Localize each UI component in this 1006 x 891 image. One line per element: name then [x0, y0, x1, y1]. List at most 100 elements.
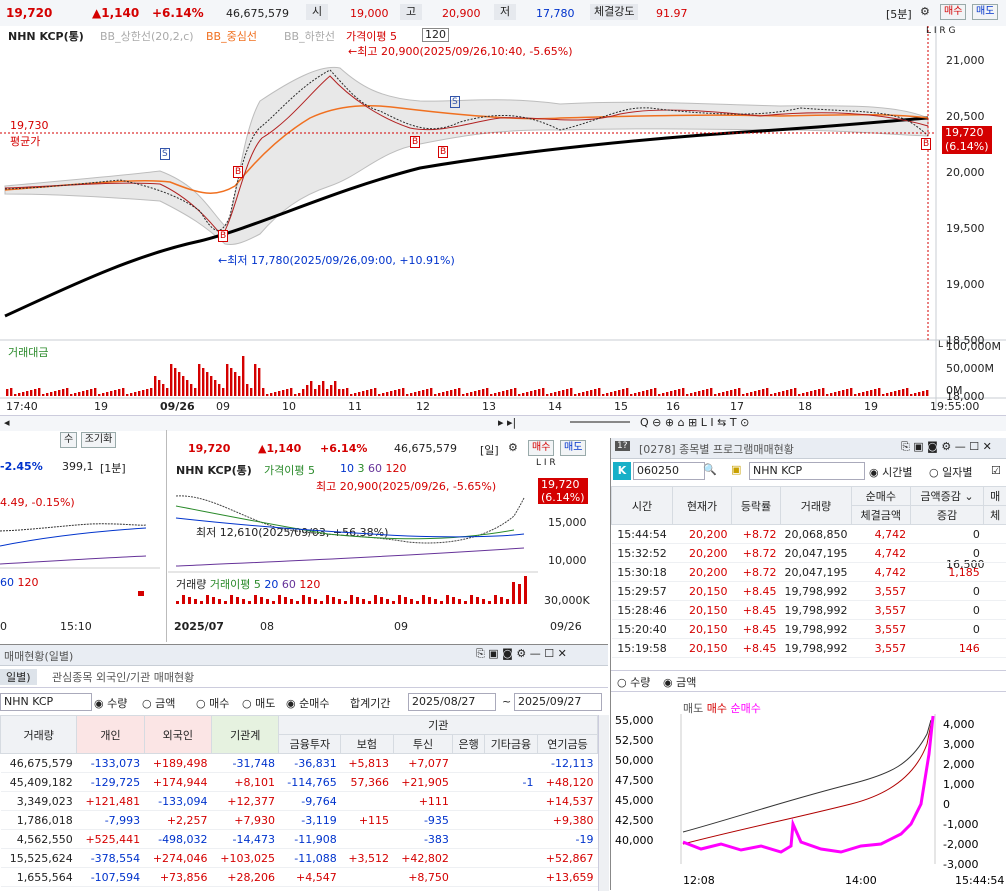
lir-buttons[interactable]: L I R G [926, 26, 955, 36]
volume-bar [162, 384, 164, 396]
radio-qty[interactable]: ◉ 수량 [94, 695, 127, 711]
volume-bar [206, 372, 208, 396]
sell-button[interactable]: 매도 [560, 440, 586, 456]
table-row[interactable]: 46,675,579-133,073+189,498-31,748-36,831… [1, 754, 598, 773]
daily-volume-bar [464, 601, 467, 604]
zoom-slider[interactable] [570, 421, 630, 423]
table-row[interactable]: 15:28:4620,150+8.4519,798,9923,5570 [612, 601, 1006, 620]
col-inst-total: 기관계 [212, 716, 279, 754]
volume-bar [442, 392, 444, 396]
table-cell: 20,200 [673, 544, 732, 563]
volume-bar [834, 392, 836, 396]
radio-amount[interactable]: ○ 금액 [142, 695, 175, 711]
daily-volume-bar [278, 595, 281, 604]
chart-tools[interactable]: Q ⊖ ⊕ ⌂ ⊞ L I ⇆ T ⊙ [640, 416, 749, 429]
date-to-input[interactable]: 2025/09/27 [514, 693, 602, 711]
daily-volume-bar [320, 601, 323, 604]
table-row[interactable]: 4,562,550+525,441-498,032-14,473-11,908-… [1, 830, 598, 849]
window-controls[interactable]: ⎘ ▣ ◙ ⚙ — ☐ ✕ [901, 440, 992, 454]
table-row[interactable]: 45,409,182-129,725+174,944+8,101-114,765… [1, 773, 598, 792]
scroll-left-icon[interactable]: ◂ [4, 416, 10, 429]
radio-net[interactable]: ◉ 순매수 [286, 695, 329, 711]
volume-bar [614, 391, 616, 396]
stock-k-icon[interactable]: K [613, 462, 631, 480]
col-amount-select[interactable]: 금액증감 ⌄ [910, 487, 984, 506]
table-row[interactable]: 1,655,564-107,594+73,856+28,206+4,547+8,… [1, 868, 598, 887]
gear-icon[interactable]: ⚙ [508, 441, 518, 454]
table-cell [984, 620, 1006, 639]
avg-price-label: 평균가 [10, 133, 40, 149]
table-cell [984, 563, 1006, 582]
sell-button[interactable]: 매도 [972, 4, 998, 20]
radio-qty[interactable]: ○ 수량 [617, 674, 650, 690]
volume-bar [190, 384, 192, 396]
radio-time[interactable]: ◉ 시간별 [869, 464, 912, 480]
tab-daily[interactable]: 일별) [0, 669, 37, 685]
buy-button[interactable]: 매수 [528, 440, 554, 456]
window-controls[interactable]: ⎘ ▣ ◙ ⚙ — ☐ ✕ [476, 647, 567, 661]
mini-button[interactable]: 수 [60, 432, 77, 448]
daily-interval[interactable]: [일] [480, 442, 499, 458]
volume-bar [926, 390, 928, 396]
checkbox[interactable]: ☑ [991, 464, 1001, 477]
volume-bar [210, 376, 212, 396]
amount-select: 금액증감 [920, 490, 960, 503]
table-row[interactable]: 15:30:1820,200+8.7220,047,1954,7421,185 [612, 563, 1006, 582]
buy-button[interactable]: 매수 [940, 4, 966, 20]
investor-stock-field[interactable]: NHN KCP [0, 693, 92, 711]
volume-bar [270, 393, 272, 396]
favorite-icon[interactable]: ▣ [731, 463, 741, 476]
last-price-tag: 19,720 (6.14%) [942, 126, 992, 154]
daily-volume-bar [350, 595, 353, 604]
tick-60: 60 [368, 462, 382, 475]
x-tick: 12:08 [683, 874, 715, 887]
volume-bar [78, 392, 80, 396]
table-row[interactable]: 15:32:5220,200+8.7220,047,1954,7420 [612, 544, 1006, 563]
table-cell: +8.72 [732, 525, 781, 544]
table-row[interactable]: 15:44:5420,200+8.7220,068,8504,7420 [612, 525, 1006, 544]
volume-bar [754, 391, 756, 396]
table-cell: +8.45 [732, 620, 781, 639]
radio-sell[interactable]: ○ 매도 [242, 695, 275, 711]
tick-120: 120 [18, 576, 39, 589]
table-row[interactable]: 3,349,023+121,481-133,094+12,377-9,764+1… [1, 792, 598, 811]
volume-bar [30, 390, 32, 396]
col-other-fin: 기타금융 [484, 735, 537, 754]
scroll-right-icon[interactable]: ▸ ▸| [498, 416, 516, 429]
search-icon[interactable]: 🔍 [703, 463, 717, 476]
mini-interval[interactable]: [1분] [100, 460, 126, 476]
volume-bar [450, 390, 452, 396]
gear-icon[interactable]: ⚙ [920, 5, 930, 18]
lir-buttons[interactable]: L I R [536, 458, 556, 468]
table-cell [484, 754, 537, 773]
annotation-high: ←최고 20,900(2025/09/26,10:40, -5.65%) [348, 43, 573, 59]
volume-bar [154, 376, 156, 396]
mini-chart-panel: 수 조기화 -2.45% 399,1 [1분] 4.49, -0.15%) 60… [0, 430, 167, 642]
daily-change: ▲1,140 [258, 442, 301, 455]
investor-scrollbar[interactable] [598, 715, 609, 891]
volume-bar [406, 394, 408, 396]
volume-bar [554, 392, 556, 396]
table-row[interactable]: 1,786,018-7,993+2,257+7,930-3,119+115-93… [1, 811, 598, 830]
date-from-input[interactable]: 2025/08/27 [408, 693, 496, 711]
radio-day[interactable]: ○ 일자별 [929, 464, 972, 480]
main-chart[interactable] [0, 26, 1006, 430]
table-row[interactable]: 15:29:5720,150+8.4519,798,9923,5570 [612, 582, 1006, 601]
volume-bar [862, 392, 864, 396]
lir-buttons[interactable]: L I [938, 340, 949, 350]
volume-bar [470, 392, 472, 396]
radio-buy[interactable]: ○ 매수 [196, 695, 229, 711]
table-row[interactable]: 15,525,624-378,554+274,046+103,025-11,08… [1, 849, 598, 868]
volume-bar [318, 385, 320, 396]
stock-code-input[interactable]: 060250 [633, 462, 705, 480]
daily-volume-bar [386, 599, 389, 604]
mini-button[interactable]: 조기화 [81, 432, 117, 448]
radio-amount[interactable]: ◉ 금액 [663, 674, 696, 690]
table-row[interactable]: 15:19:5820,150+8.4519,798,9923,557146 [612, 639, 1006, 658]
table-cell: 20,068,850 [781, 525, 852, 544]
table-row[interactable]: 15:20:4020,150+8.4519,798,9923,5570 [612, 620, 1006, 639]
program-chart[interactable]: 55,00052,50050,00047,50045,00042,50040,0… [611, 694, 1006, 890]
tab-watchlist[interactable]: 관심종목 외국인/기관 매매현황 [46, 669, 200, 685]
volume-bar [678, 389, 680, 396]
interval-selector[interactable]: [5분] [886, 6, 912, 22]
